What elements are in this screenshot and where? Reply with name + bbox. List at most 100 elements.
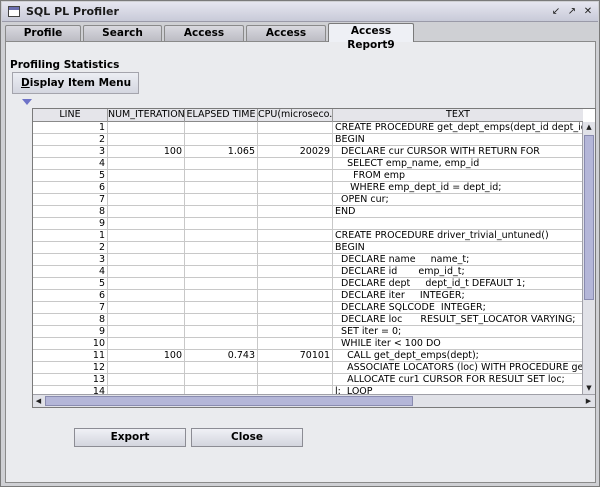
table-row[interactable]: 4 DECLARE id emp_id_t; <box>33 266 583 278</box>
scroll-up-icon[interactable]: ▲ <box>583 122 595 133</box>
scroll-left-icon[interactable]: ◀ <box>33 395 44 407</box>
tab-profile-setting[interactable]: Profile Setting <box>5 25 81 53</box>
cell-line: 8 <box>33 206 108 218</box>
cell-line: 8 <box>33 314 108 326</box>
table-row[interactable]: 12 ASSOCIATE LOCATORS (loc) WITH PROCEDU… <box>33 362 583 374</box>
table-row[interactable]: 9 SET iter = 0; <box>33 326 583 338</box>
cell-line: 7 <box>33 302 108 314</box>
col-num-iteration-header[interactable]: NUM_ITERATION <box>108 109 185 122</box>
section-title: Profiling Statistics <box>10 59 120 71</box>
display-item-menu-button[interactable]: Display Item Menu <box>12 72 139 105</box>
cell-cpu <box>258 374 333 386</box>
menu-label: isplay Item Menu <box>29 77 132 89</box>
table-row[interactable]: 5 DECLARE dept dept_id_t DEFAULT 1; <box>33 278 583 290</box>
maximize-icon[interactable]: ↗ <box>566 6 578 18</box>
cell-elapsed-time <box>185 266 258 278</box>
cell-cpu <box>258 278 333 290</box>
close-icon[interactable]: ✕ <box>582 6 594 18</box>
cell-text <box>333 218 583 230</box>
cell-elapsed-time <box>185 242 258 254</box>
col-elapsed-time-header[interactable]: ELAPSED TIME <box>185 109 258 122</box>
cell-elapsed-time <box>185 314 258 326</box>
table-row[interactable]: 3 DECLARE name name_t; <box>33 254 583 266</box>
cell-num-iteration <box>108 266 185 278</box>
cell-line: 9 <box>33 326 108 338</box>
table-row[interactable]: 14 l: LOOP <box>33 386 583 394</box>
cell-cpu <box>258 158 333 170</box>
cell-cpu <box>258 314 333 326</box>
table-row[interactable]: 6 DECLARE iter INTEGER; <box>33 290 583 302</box>
cell-text: DECLARE SQLCODE INTEGER; <box>333 302 583 314</box>
close-button[interactable]: Close <box>191 428 303 447</box>
cell-num-iteration <box>108 242 185 254</box>
cell-cpu <box>258 338 333 350</box>
col-line-header[interactable]: LINE <box>33 109 108 122</box>
cell-line: 3 <box>33 146 108 158</box>
cell-num-iteration <box>108 338 185 350</box>
table-row[interactable]: 1 CREATE PROCEDURE get_dept_emps(dept_id … <box>33 122 583 134</box>
table-row[interactable]: 7 DECLARE SQLCODE INTEGER; <box>33 302 583 314</box>
cell-text: DECLARE loc RESULT_SET_LOCATOR VARYING; <box>333 314 583 326</box>
table-row[interactable]: 10 WHILE iter < 100 DO <box>33 338 583 350</box>
cell-elapsed-time <box>185 182 258 194</box>
vertical-scroll-thumb[interactable] <box>584 135 594 300</box>
cell-num-iteration <box>108 314 185 326</box>
table-body: 1 CREATE PROCEDURE get_dept_emps(dept_id … <box>33 122 583 394</box>
horizontal-scrollbar[interactable]: ◀ ▶ <box>33 394 595 407</box>
tab-strip: Profile Setting Search Report Access Rep… <box>5 23 597 53</box>
cell-elapsed-time <box>185 194 258 206</box>
window-icon <box>8 6 20 17</box>
cell-num-iteration <box>108 362 185 374</box>
table-row[interactable]: 4 SELECT emp_name, emp_id <box>33 158 583 170</box>
tab-search-report[interactable]: Search Report <box>83 25 162 53</box>
table-row[interactable]: 5 FROM emp <box>33 170 583 182</box>
cell-line: 12 <box>33 362 108 374</box>
cell-elapsed-time: 0.743 <box>185 350 258 362</box>
scroll-right-icon[interactable]: ▶ <box>583 395 594 407</box>
table-row[interactable]: 1 CREATE PROCEDURE driver_trivial_untuned… <box>33 230 583 242</box>
cell-line: 14 <box>33 386 108 394</box>
tab-access-report8[interactable]: Access Report8 <box>246 25 326 53</box>
cell-cpu <box>258 266 333 278</box>
scroll-down-icon[interactable]: ▼ <box>583 383 595 394</box>
tab-access-report9[interactable]: Access Report9 <box>328 23 414 51</box>
horizontal-scroll-thumb[interactable] <box>45 396 413 406</box>
tab-access-report7[interactable]: Access Report7 <box>164 25 244 53</box>
table-row[interactable]: 2 BEGIN <box>33 134 583 146</box>
cell-elapsed-time <box>185 278 258 290</box>
cell-text: DECLARE name name_t; <box>333 254 583 266</box>
cell-text: OPEN cur; <box>333 194 583 206</box>
cell-elapsed-time <box>185 218 258 230</box>
cell-cpu <box>258 182 333 194</box>
cell-line: 11 <box>33 350 108 362</box>
cell-num-iteration <box>108 182 185 194</box>
cell-elapsed-time: 1.065 <box>185 146 258 158</box>
table-row[interactable]: 8 DECLARE loc RESULT_SET_LOCATOR VARYING… <box>33 314 583 326</box>
table-row[interactable]: 6 WHERE emp_dept_id = dept_id; <box>33 182 583 194</box>
table-row[interactable]: 13 ALLOCATE cur1 CURSOR FOR RESULT SET l… <box>33 374 583 386</box>
cell-num-iteration <box>108 302 185 314</box>
cell-cpu <box>258 230 333 242</box>
cell-elapsed-time <box>185 230 258 242</box>
cell-num-iteration <box>108 230 185 242</box>
cell-cpu <box>258 206 333 218</box>
cell-elapsed-time <box>185 302 258 314</box>
minimize-icon[interactable]: ↙ <box>550 6 562 18</box>
table-row[interactable]: 3 100 1.065 20029 DECLARE cur CURSOR WITH R… <box>33 146 583 158</box>
export-button[interactable]: Export <box>74 428 186 447</box>
table-row[interactable]: 9 <box>33 218 583 230</box>
cell-text: WHERE emp_dept_id = dept_id; <box>333 182 583 194</box>
table-row[interactable]: 8 END <box>33 206 583 218</box>
cell-cpu: 20029 <box>258 146 333 158</box>
table-row[interactable]: 7 OPEN cur; <box>33 194 583 206</box>
col-cpu-header[interactable]: CPU(microseco... <box>258 109 333 122</box>
cell-num-iteration <box>108 254 185 266</box>
table-row[interactable]: 11 100 0.743 70101 CALL get_dept_emps(dept)… <box>33 350 583 362</box>
cell-elapsed-time <box>185 206 258 218</box>
table-row[interactable]: 2 BEGIN <box>33 242 583 254</box>
cell-line: 9 <box>33 218 108 230</box>
col-text-header[interactable]: TEXT <box>333 109 583 122</box>
cell-cpu <box>258 122 333 134</box>
title-bar[interactable]: SQL PL Profiler ↙ ↗ ✕ <box>2 2 598 22</box>
vertical-scrollbar[interactable]: ▲ ▼ <box>582 122 595 394</box>
